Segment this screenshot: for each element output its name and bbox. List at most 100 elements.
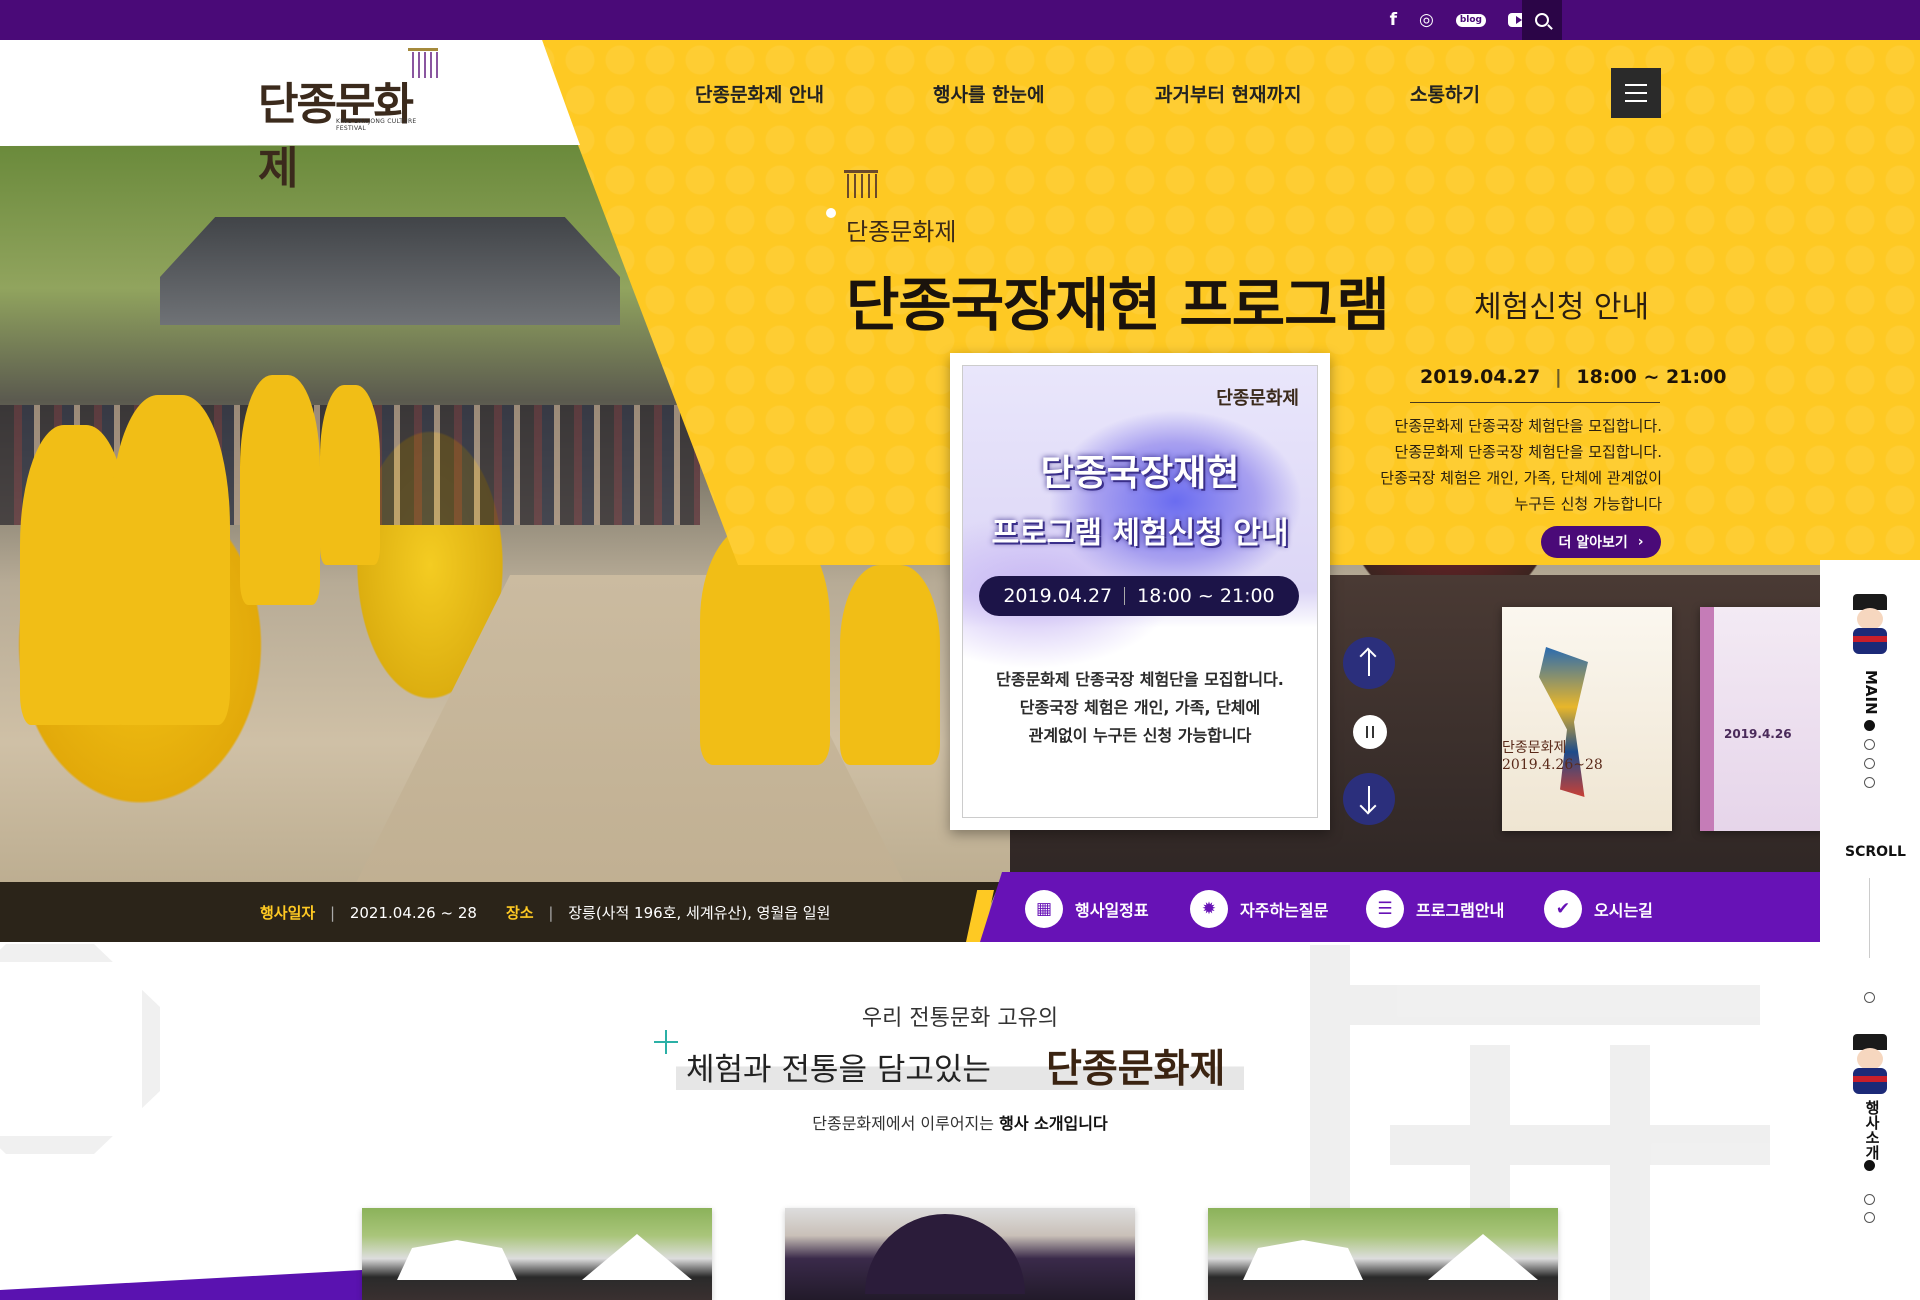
- card-photo-canopy: [865, 1214, 1025, 1294]
- more-button-label: 더 알아보기: [1558, 535, 1628, 551]
- hero-desc-line: 누구든 신청 가능합니다: [1514, 495, 1662, 513]
- side-nav-dot[interactable]: [1864, 720, 1875, 731]
- event-card[interactable]: [1208, 1208, 1558, 1300]
- event-date-label: 행사일자: [260, 904, 316, 922]
- nav-item-overview[interactable]: 행사를 한눈에: [933, 80, 1045, 107]
- more-button[interactable]: 더 알아보기 ›: [1541, 526, 1661, 558]
- section-title-emphasis: 단종문화제: [1046, 1046, 1226, 1092]
- event-info-bar: [0, 882, 1000, 942]
- poster-date-divider: [1124, 587, 1126, 605]
- mascot-icon: [1849, 1034, 1891, 1096]
- photo-figure: [110, 395, 230, 725]
- hero-date-value: 2019.04.27: [1420, 366, 1541, 388]
- slide-pause-button[interactable]: [1353, 715, 1387, 749]
- section-desc-lead: 단종문화제에서 이루어지는: [812, 1114, 994, 1133]
- slide-dot: [826, 208, 836, 218]
- photo-figure: [320, 385, 380, 565]
- section-description: 단종문화제에서 이루어지는 행사 소개입니다: [0, 1110, 1920, 1134]
- card-photo-tent: [582, 1234, 692, 1280]
- quick-link-label: 프로그램안내: [1416, 901, 1505, 920]
- thumbnail-art: [1539, 647, 1588, 797]
- quick-link-program[interactable]: ☰ 프로그램안내: [1366, 890, 1504, 928]
- date-separator: |: [1554, 366, 1562, 388]
- scroll-line: [1869, 878, 1870, 958]
- side-navigation: MAIN SCROLL 행사소개: [1820, 560, 1920, 1300]
- sparkle-icon: [654, 1030, 678, 1054]
- instagram-icon[interactable]: ◎: [1419, 11, 1434, 29]
- section-desc-emphasis: 행사 소개입니다: [999, 1114, 1108, 1133]
- search-icon: [1535, 13, 1549, 27]
- page: f ◎ blog 단종문화제 KING DANJONG CULTURE FEST…: [0, 0, 1920, 1300]
- photo-roof: [160, 217, 620, 325]
- card-photo-tent: [397, 1240, 517, 1280]
- side-nav-dot[interactable]: [1864, 758, 1875, 769]
- mascot-icon: [1849, 594, 1891, 656]
- info-separator: |: [329, 904, 336, 922]
- hero-date: 2019.04.27 | 18:00 ~ 21:00: [1420, 366, 1727, 388]
- hero-time-value: 18:00 ~ 21:00: [1576, 366, 1727, 388]
- poster-title: 단종국장재현: [1040, 452, 1240, 494]
- slide-next-button[interactable]: [1343, 773, 1395, 825]
- hero-desc-line: 단종국장 체험은 개인, 가족, 단체에 관계없이: [1380, 469, 1662, 487]
- side-nav-dot[interactable]: [1864, 992, 1875, 1003]
- photo-figure: [840, 565, 940, 765]
- hero-title-suffix: 체험신청 안내: [1474, 290, 1650, 325]
- pause-icon: [1366, 726, 1374, 738]
- quick-link-label: 행사일정표: [1075, 901, 1149, 920]
- side-nav-dot[interactable]: [1864, 1194, 1875, 1205]
- arrow-up-icon: [1368, 650, 1370, 676]
- side-nav-dot[interactable]: [1864, 1212, 1875, 1223]
- social-links: f ◎ blog: [1390, 0, 1528, 40]
- hamburger-icon: [1625, 84, 1647, 86]
- side-nav-intro-label: 행사소개: [1863, 1100, 1881, 1160]
- event-place-label: 장소: [506, 904, 534, 922]
- event-card[interactable]: [785, 1208, 1135, 1300]
- calendar-icon: ▦: [1025, 890, 1063, 928]
- search-button[interactable]: [1522, 0, 1562, 40]
- poster-inner: 단종문화제 단종국장재현 프로그램 체험신청 안내 2019.04.27 18:…: [962, 365, 1318, 818]
- event-place-info: 장소 | 장릉(사적 196호, 세계유산), 영월읍 일원: [506, 902, 830, 923]
- list-icon: ☰: [1366, 890, 1404, 928]
- slide-prev-button[interactable]: [1343, 637, 1395, 689]
- poster-body-line: 단종국장 체험은 개인, 가족, 단체에: [1019, 698, 1261, 717]
- quick-link-schedule[interactable]: ▦ 행사일정표: [1025, 890, 1149, 928]
- arrow-down-icon: [1368, 786, 1370, 812]
- photo-figure: [240, 375, 320, 605]
- card-photo-tent: [1428, 1234, 1538, 1280]
- side-nav-dot[interactable]: [1864, 777, 1875, 788]
- quick-link-label: 자주하는질문: [1240, 901, 1329, 920]
- slide-thumbnail[interactable]: 2019.4.26: [1700, 607, 1825, 831]
- quick-link-faq[interactable]: ✹ 자주하는질문: [1190, 890, 1328, 928]
- hero-title: 단종국장재현 프로그램: [846, 271, 1390, 339]
- top-bar: f ◎ blog: [0, 0, 1920, 40]
- hero-description: 단종문화제 단종국장 체험단을 모집합니다. 단종문화제 단종국장 체험단을 모…: [1380, 413, 1662, 517]
- nav-item-history[interactable]: 과거부터 현재까지: [1155, 80, 1301, 107]
- event-card[interactable]: [362, 1208, 712, 1300]
- lightbulb-icon: ✹: [1190, 890, 1228, 928]
- hero-desc-line: 단종문화제 단종국장 체험단을 모집합니다.: [1394, 443, 1662, 461]
- quick-link-directions[interactable]: ✔ 오시는길: [1544, 890, 1653, 928]
- chevron-right-icon: ›: [1637, 534, 1644, 550]
- facebook-icon[interactable]: f: [1390, 11, 1397, 29]
- side-nav-dot[interactable]: [1864, 739, 1875, 750]
- blog-icon[interactable]: blog: [1455, 13, 1486, 27]
- hero-poster[interactable]: 단종문화제 단종국장재현 프로그램 체험신청 안내 2019.04.27 18:…: [950, 353, 1330, 830]
- hero-divider: [1410, 402, 1660, 403]
- event-date-info: 행사일자 | 2021.04.26 ~ 28: [260, 902, 477, 923]
- nav-item-guide[interactable]: 단종문화제 안내: [695, 80, 824, 107]
- poster-time-value: 18:00 ~ 21:00: [1137, 585, 1275, 607]
- nav-item-community[interactable]: 소통하기: [1410, 80, 1480, 107]
- menu-button[interactable]: [1611, 68, 1661, 118]
- quick-link-label: 오시는길: [1594, 901, 1653, 920]
- slide-thumbnail[interactable]: 단종문화제 2019.4.26~28: [1502, 607, 1672, 831]
- poster-date-value: 2019.04.27: [1003, 585, 1113, 607]
- side-nav-main-label: MAIN: [1862, 670, 1880, 715]
- hero-subtitle: 단종문화제: [846, 218, 957, 246]
- poster-body-line: 관계없이 누구든 신청 가능합니다: [1028, 726, 1252, 745]
- thumbnail-label: 단종문화제 2019.4.26~28: [1502, 740, 1603, 773]
- purple-accent-strip: [0, 1270, 362, 1300]
- poster-body: 단종문화제 단종국장 체험단을 모집합니다. 단종국장 체험은 개인, 가족, …: [963, 666, 1317, 750]
- info-separator: |: [548, 904, 554, 922]
- title-ornament-icon: [844, 170, 878, 200]
- side-nav-dot[interactable]: [1864, 1160, 1875, 1171]
